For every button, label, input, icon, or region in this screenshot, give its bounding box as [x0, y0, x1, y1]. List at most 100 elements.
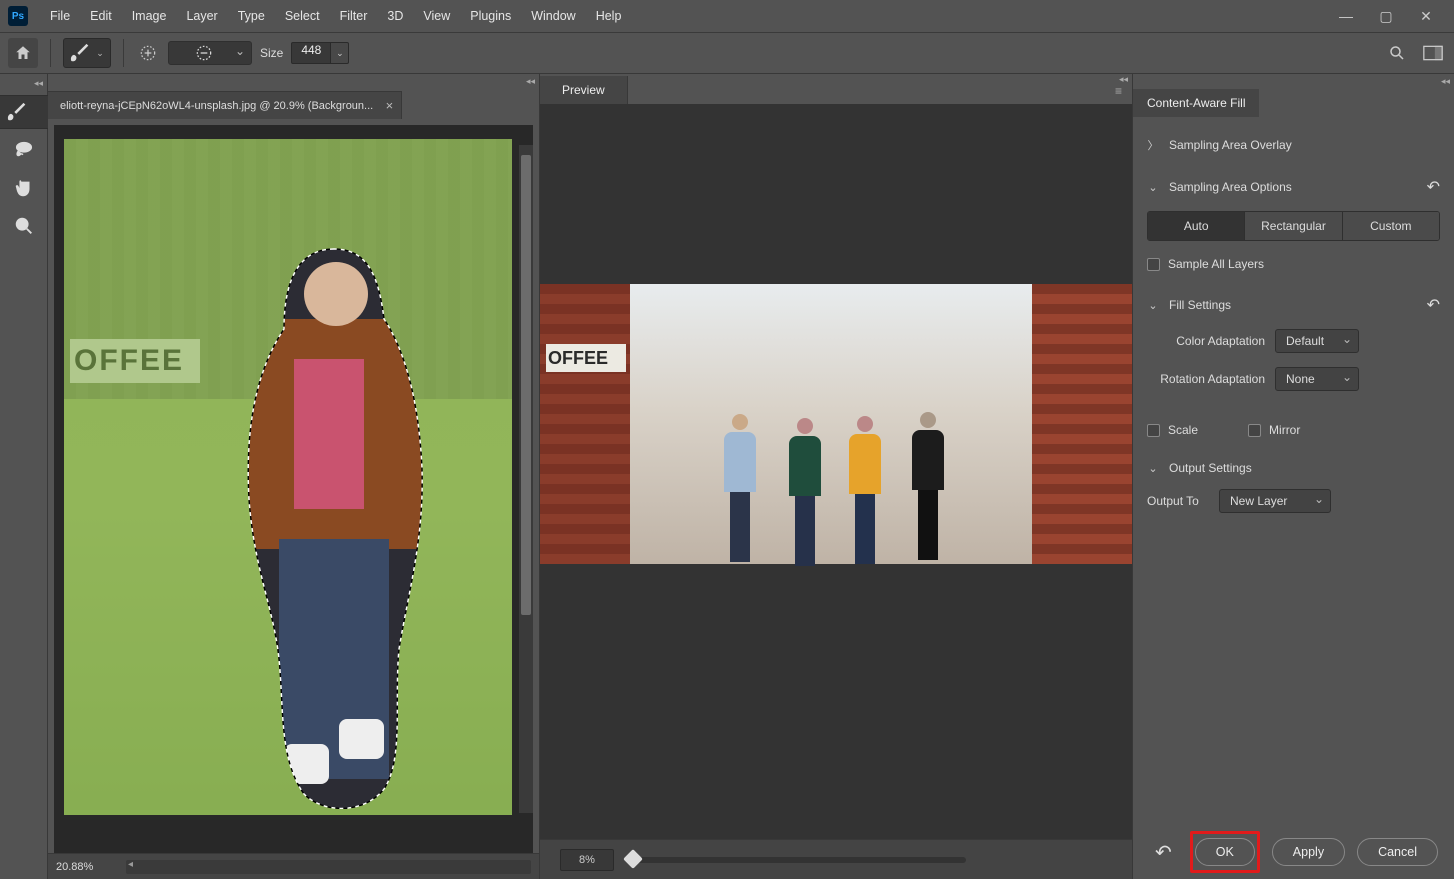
collapse-preview-icon[interactable]: ◂◂ [1119, 74, 1128, 85]
chevron-down-icon: ⌄ [1147, 462, 1159, 475]
ok-button[interactable]: OK [1195, 838, 1255, 866]
preview-zoom-slider[interactable] [626, 857, 966, 863]
menu-select[interactable]: Select [275, 0, 330, 32]
caf-button-row: ↶ OK Apply Cancel [1133, 825, 1454, 879]
menu-file[interactable]: File [40, 0, 80, 32]
person-1 [720, 414, 760, 839]
document-status-bar: 20.88% [48, 853, 539, 879]
zoom-level[interactable]: 20.88% [56, 861, 116, 873]
maximize-button[interactable]: ▢ [1366, 4, 1406, 28]
search-icon[interactable] [1384, 40, 1410, 66]
section-fill-settings[interactable]: ⌄ Fill Settings ↶ [1147, 295, 1440, 315]
menu-layer[interactable]: Layer [176, 0, 227, 32]
menu-view[interactable]: View [413, 0, 460, 32]
section-label: Fill Settings [1169, 298, 1231, 312]
collapse-caf-icon[interactable]: ◂◂ [1437, 74, 1454, 89]
workspace: ◂◂ ◂◂ eliott-reyna-jCEpN62oWL4-unsplash.… [0, 74, 1454, 879]
collapse-doc-icon[interactable]: ◂◂ [522, 74, 539, 89]
color-adaptation-select[interactable]: Default [1275, 329, 1359, 353]
tool-column: ◂◂ [0, 74, 48, 879]
caf-panel-tab[interactable]: Content-Aware Fill [1133, 89, 1259, 117]
vertical-scrollbar[interactable] [519, 145, 533, 813]
checkbox-label: Scale [1168, 423, 1198, 437]
section-sampling-overlay[interactable]: 〉 Sampling Area Overlay [1147, 137, 1440, 153]
content-aware-fill-panel: ◂◂ Content-Aware Fill 〉 Sampling Area Ov… [1132, 74, 1454, 879]
close-tab-icon[interactable]: × [386, 98, 394, 113]
window-controls: — ▢ ✕ [1326, 4, 1446, 28]
brick-right [1032, 284, 1132, 564]
checkbox-label: Mirror [1269, 423, 1300, 437]
menu-help[interactable]: Help [586, 0, 632, 32]
add-mode-button[interactable] [136, 41, 160, 65]
menu-plugins[interactable]: Plugins [460, 0, 521, 32]
chevron-down-icon: ⌄ [1147, 299, 1159, 312]
menu-edit[interactable]: Edit [80, 0, 122, 32]
output-to-select[interactable]: New Layer [1219, 489, 1331, 513]
checkbox-label: Sample All Layers [1168, 257, 1264, 271]
divider [123, 39, 124, 67]
size-label: Size [260, 46, 283, 60]
reset-section-icon[interactable]: ↶ [1427, 295, 1440, 315]
cancel-button[interactable]: Cancel [1357, 838, 1438, 866]
preview-tab-bar: Preview ≡ [540, 74, 1132, 104]
output-to-label: Output To [1147, 494, 1209, 508]
subtract-mode-button[interactable] [168, 41, 252, 65]
chevron-right-icon: 〉 [1147, 137, 1159, 153]
person-3 [845, 416, 885, 839]
menu-filter[interactable]: Filter [330, 0, 378, 32]
hand-tool[interactable] [6, 171, 42, 205]
canvas-image: OFFEE [64, 139, 512, 815]
section-label: Sampling Area Overlay [1169, 138, 1292, 152]
section-output-settings[interactable]: ⌄ Output Settings [1147, 461, 1440, 475]
tutorial-highlight: OK [1190, 831, 1260, 873]
document-tab-title: eliott-reyna-jCEpN62oWL4-unsplash.jpg @ … [60, 100, 373, 112]
checkbox-icon [1147, 258, 1160, 271]
menu-image[interactable]: Image [122, 0, 177, 32]
section-label: Sampling Area Options [1169, 180, 1292, 194]
collapse-toolbar-icon[interactable]: ◂◂ [30, 76, 47, 91]
menu-type[interactable]: Type [228, 0, 275, 32]
tool-preset-button[interactable]: ⌄ [63, 38, 111, 68]
brush-size-input[interactable]: 448 [291, 42, 331, 64]
home-button[interactable] [8, 38, 38, 68]
canvas-stage[interactable]: OFFEE [54, 125, 533, 853]
section-sampling-options[interactable]: ⌄ Sampling Area Options ↶ [1147, 177, 1440, 197]
menu-3d[interactable]: 3D [377, 0, 413, 32]
app-logo: Ps [8, 6, 28, 26]
reset-all-icon[interactable]: ↶ [1149, 840, 1172, 865]
seg-auto[interactable]: Auto [1148, 212, 1245, 240]
preview-zoom-value[interactable]: 8% [560, 849, 614, 871]
close-window-button[interactable]: ✕ [1406, 4, 1446, 28]
sampling-mode-segment: Auto Rectangular Custom [1147, 211, 1440, 241]
document-column: ◂◂ eliott-reyna-jCEpN62oWL4-unsplash.jpg… [48, 74, 540, 879]
apply-button[interactable]: Apply [1272, 838, 1345, 866]
divider [50, 39, 51, 67]
zoom-tool[interactable] [6, 209, 42, 243]
rotation-adaptation-select[interactable]: None [1275, 367, 1359, 391]
preview-footer: 8% [540, 839, 1132, 879]
preview-column: ◂◂ Preview ≡ OFFEE 8% [540, 74, 1132, 879]
chevron-down-icon: ⌄ [1147, 181, 1159, 194]
person-2 [785, 418, 825, 839]
rotation-adaptation-label: Rotation Adaptation [1147, 372, 1265, 386]
horizontal-scrollbar[interactable] [126, 860, 531, 874]
lasso-tool[interactable] [6, 133, 42, 167]
seg-custom[interactable]: Custom [1343, 212, 1439, 240]
document-tab[interactable]: eliott-reyna-jCEpN62oWL4-unsplash.jpg @ … [48, 91, 402, 119]
menu-window[interactable]: Window [521, 0, 585, 32]
mirror-checkbox[interactable]: Mirror [1248, 423, 1300, 437]
reset-section-icon[interactable]: ↶ [1427, 177, 1440, 197]
preview-stage[interactable]: OFFEE [540, 104, 1132, 839]
sample-all-layers-checkbox[interactable]: Sample All Layers [1147, 257, 1440, 271]
seg-rectangular[interactable]: Rectangular [1245, 212, 1342, 240]
color-adaptation-label: Color Adaptation [1147, 334, 1265, 348]
brick-left [540, 284, 630, 564]
options-bar: ⌄ Size 448 ⌄ [0, 32, 1454, 74]
brush-size-dropdown[interactable]: ⌄ [331, 42, 349, 64]
scale-checkbox[interactable]: Scale [1147, 423, 1198, 437]
workspace-switcher-icon[interactable] [1420, 40, 1446, 66]
coffee-sign-preview: OFFEE [546, 344, 626, 372]
selection-outline [224, 239, 444, 809]
minimize-button[interactable]: — [1326, 4, 1366, 28]
preview-tab[interactable]: Preview [540, 76, 628, 104]
